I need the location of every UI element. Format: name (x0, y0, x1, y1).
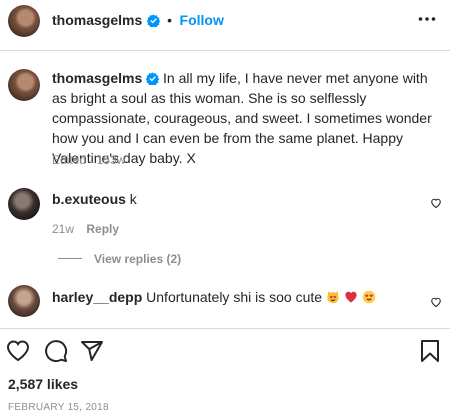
comment-text: Unfortunately shi is soo cute (146, 289, 323, 305)
reply-button[interactable]: Reply (86, 222, 119, 236)
comment-body: harley__depp Unfortunately shi is soo cu… (52, 287, 376, 307)
header-separator: • (167, 12, 173, 28)
comment-avatar[interactable] (8, 285, 40, 317)
follow-button[interactable]: Follow (180, 12, 224, 28)
comment-icon[interactable] (44, 339, 68, 363)
actions-divider (0, 328, 450, 329)
comment-time: 21w (52, 222, 75, 236)
post-header: thomasgelms • Follow (52, 12, 224, 30)
comment-username[interactable]: b.exuteous (52, 191, 126, 207)
more-horizontal-icon[interactable] (418, 16, 436, 22)
comment-meta: 21w Reply (52, 222, 119, 236)
likes-count[interactable]: 2,587 likes (8, 376, 78, 392)
comment-body: b.exuteous k (52, 189, 137, 209)
caption-avatar[interactable] (8, 69, 40, 101)
view-replies-button[interactable]: View replies (2) (94, 252, 181, 266)
header-avatar[interactable] (8, 5, 40, 37)
red-heart-emoji (345, 291, 357, 303)
heart-icon[interactable] (6, 340, 30, 362)
comment-username[interactable]: harley__depp (52, 289, 142, 305)
comment-text: k (129, 191, 137, 207)
share-icon[interactable] (80, 339, 104, 363)
comment-avatar[interactable] (8, 188, 40, 220)
comment-like-heart-icon[interactable] (430, 197, 442, 209)
verified-badge-icon (146, 72, 160, 85)
comment-like-heart-icon[interactable] (430, 296, 442, 308)
verified-badge-icon (146, 14, 160, 27)
caption-meta: Edited · 153w (52, 153, 126, 167)
view-replies-line (58, 258, 82, 259)
heart-eyes-emoji (362, 290, 376, 304)
header-divider (0, 50, 450, 51)
post-date[interactable]: February 15, 2018 (8, 402, 109, 413)
heart-eyes-cat-emoji (327, 291, 339, 304)
save-icon[interactable] (420, 339, 440, 363)
header-username[interactable]: thomasgelms (52, 12, 142, 28)
caption-username[interactable]: thomasgelms (52, 70, 142, 86)
